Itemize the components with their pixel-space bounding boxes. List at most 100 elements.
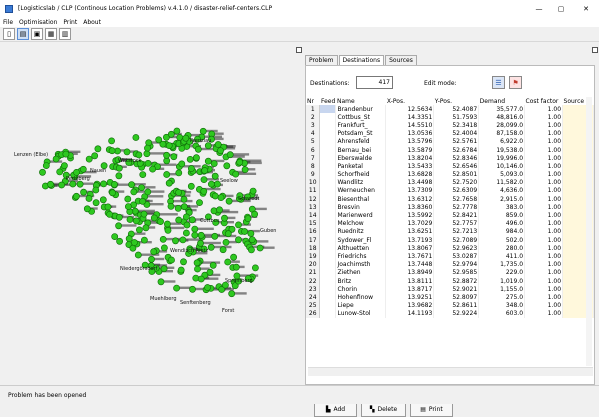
- destination-node[interactable]: [61, 162, 68, 170]
- cell-feed[interactable]: [319, 293, 337, 302]
- cell-name[interactable]: Cottbus_St: [335, 113, 387, 122]
- destination-node[interactable]: [236, 158, 244, 166]
- menu-optimisation[interactable]: Optimisation: [16, 19, 60, 26]
- table-row[interactable]: 11 Werneuchen 13.7309 52.6309 4,636.0 1.00: [306, 186, 594, 196]
- table-horizontal-scrollbar[interactable]: [308, 367, 593, 376]
- cell-demand[interactable]: 859.0: [478, 211, 526, 220]
- destination-node[interactable]: [91, 152, 99, 160]
- destination-node[interactable]: [204, 284, 211, 291]
- table-row[interactable]: 21 Ziethen 13.8949 52.9585 229.0 1.00: [306, 268, 594, 277]
- destination-node[interactable]: [194, 145, 202, 153]
- cell-demand[interactable]: 10,146.0: [478, 162, 526, 171]
- tab-destinations[interactable]: Destinations: [338, 55, 385, 65]
- destination-node[interactable]: [187, 165, 195, 172]
- cell-demand[interactable]: 411.0: [478, 252, 526, 261]
- edit-mode-map-icon[interactable]: ⚑: [509, 76, 522, 89]
- destination-node[interactable]: [157, 218, 164, 225]
- table-row[interactable]: 7 Eberswalde 13.8204 52.8346 19,996.0 1.00: [306, 154, 594, 163]
- destination-node[interactable]: [163, 171, 171, 178]
- destination-node[interactable]: [214, 141, 222, 148]
- destination-node[interactable]: [230, 253, 237, 261]
- destination-node[interactable]: [148, 255, 155, 263]
- destination-node[interactable]: [164, 226, 172, 234]
- destination-node[interactable]: [62, 150, 70, 158]
- cell-demand[interactable]: 1,155.0: [478, 285, 526, 294]
- table-row[interactable]: 6 Bernau_bei 13.5879 52.6784 19,538.0 1.00: [306, 145, 594, 155]
- cell-demand[interactable]: 348.0: [478, 301, 526, 310]
- map-canvas[interactable]: Lenzen (Elbe) Nauen Wendisch Rietz Niedergö…: [0, 42, 300, 385]
- cell-name[interactable]: Frankfurt_: [335, 121, 387, 130]
- cell-x-pos[interactable]: 13.7309: [385, 186, 435, 196]
- destination-node[interactable]: [232, 170, 240, 178]
- col-nr[interactable]: Nr: [306, 97, 320, 105]
- cell-y-pos[interactable]: 52.3418: [433, 121, 480, 130]
- cell-x-pos[interactable]: 13.9682: [385, 301, 435, 310]
- destination-node[interactable]: [167, 202, 175, 210]
- destination-node[interactable]: [211, 192, 219, 200]
- cell-demand[interactable]: 48,816.0: [478, 113, 526, 122]
- cell-y-pos[interactable]: 52.7213: [433, 227, 480, 236]
- cell-nr[interactable]: 12: [306, 195, 321, 204]
- destination-node[interactable]: [168, 256, 175, 264]
- cell-y-pos[interactable]: 53.0287: [433, 252, 480, 261]
- destination-node[interactable]: [183, 221, 191, 229]
- destination-node[interactable]: [178, 160, 186, 168]
- col-feed[interactable]: Feed: [319, 97, 336, 105]
- cell-y-pos[interactable]: 52.8346: [433, 154, 480, 163]
- destination-node[interactable]: [39, 168, 46, 176]
- destination-node[interactable]: [210, 160, 218, 167]
- destination-node[interactable]: [200, 176, 208, 183]
- cell-name[interactable]: Eberswalde: [335, 154, 387, 163]
- destination-node[interactable]: [197, 275, 205, 283]
- destination-node[interactable]: [165, 142, 173, 149]
- cell-demand[interactable]: 502.0: [478, 236, 526, 245]
- destination-node[interactable]: [194, 265, 201, 273]
- cell-name[interactable]: Liepe: [335, 301, 387, 310]
- destination-node[interactable]: [174, 204, 182, 212]
- cell-nr[interactable]: 13: [306, 203, 321, 212]
- cell-name[interactable]: Hohenfinow: [335, 293, 387, 302]
- destination-node[interactable]: [251, 210, 258, 218]
- destination-node[interactable]: [191, 225, 199, 233]
- cell-cost-factor[interactable]: 1.00: [524, 145, 564, 155]
- cell-name[interactable]: Chorin: [335, 285, 387, 294]
- destination-node[interactable]: [175, 189, 182, 196]
- destination-node[interactable]: [144, 160, 152, 167]
- cell-feed[interactable]: [319, 285, 337, 294]
- table-row[interactable]: 5 Ahrensfeld 13.5796 52.5761 6,922.0 1.00: [306, 137, 594, 146]
- cell-cost-factor[interactable]: 1.00: [524, 170, 564, 179]
- cell-nr[interactable]: 20: [306, 260, 321, 269]
- cell-y-pos[interactable]: 52.8501: [433, 170, 480, 179]
- cell-x-pos[interactable]: 13.5992: [385, 211, 435, 220]
- cell-y-pos[interactable]: 52.9585: [433, 268, 480, 277]
- cell-cost-factor[interactable]: 1.00: [524, 154, 564, 163]
- cell-nr[interactable]: 24: [306, 293, 321, 302]
- destination-node[interactable]: [223, 162, 231, 170]
- destination-node[interactable]: [115, 222, 122, 230]
- close-button[interactable]: ✕: [575, 0, 597, 17]
- new-icon[interactable]: ▯: [3, 28, 15, 40]
- destination-node[interactable]: [99, 196, 107, 204]
- cell-feed[interactable]: [319, 162, 337, 171]
- collapse-right-button[interactable]: [592, 47, 598, 53]
- destination-node[interactable]: [111, 233, 119, 240]
- destination-node[interactable]: [235, 236, 242, 244]
- destination-node[interactable]: [159, 140, 167, 148]
- cell-demand[interactable]: 19,538.0: [478, 145, 526, 155]
- cell-demand[interactable]: 35,577.0: [478, 105, 526, 114]
- destination-node[interactable]: [232, 263, 240, 271]
- table-row[interactable]: 24 Hohenfinow 13.9251 52.8097 275.0 1.00: [306, 293, 594, 302]
- destination-node[interactable]: [115, 172, 123, 180]
- destination-node[interactable]: [224, 230, 232, 238]
- cell-demand[interactable]: 5,093.0: [478, 170, 526, 179]
- save-icon[interactable]: ▣: [31, 28, 43, 40]
- cell-feed[interactable]: [319, 121, 337, 130]
- cell-x-pos[interactable]: 13.9251: [385, 293, 435, 302]
- table-row[interactable]: 14 Marienwerd 13.5992 52.8421 859.0 1.00: [306, 211, 594, 220]
- destination-node[interactable]: [163, 151, 170, 159]
- cell-cost-factor[interactable]: 1.00: [524, 113, 564, 122]
- table-row[interactable]: 22 Britz 13.8111 52.8872 1,019.0 1.00: [306, 276, 594, 286]
- destination-node[interactable]: [85, 195, 93, 202]
- cell-name[interactable]: Friedrichs: [335, 252, 387, 261]
- cell-y-pos[interactable]: 52.4087: [433, 105, 480, 114]
